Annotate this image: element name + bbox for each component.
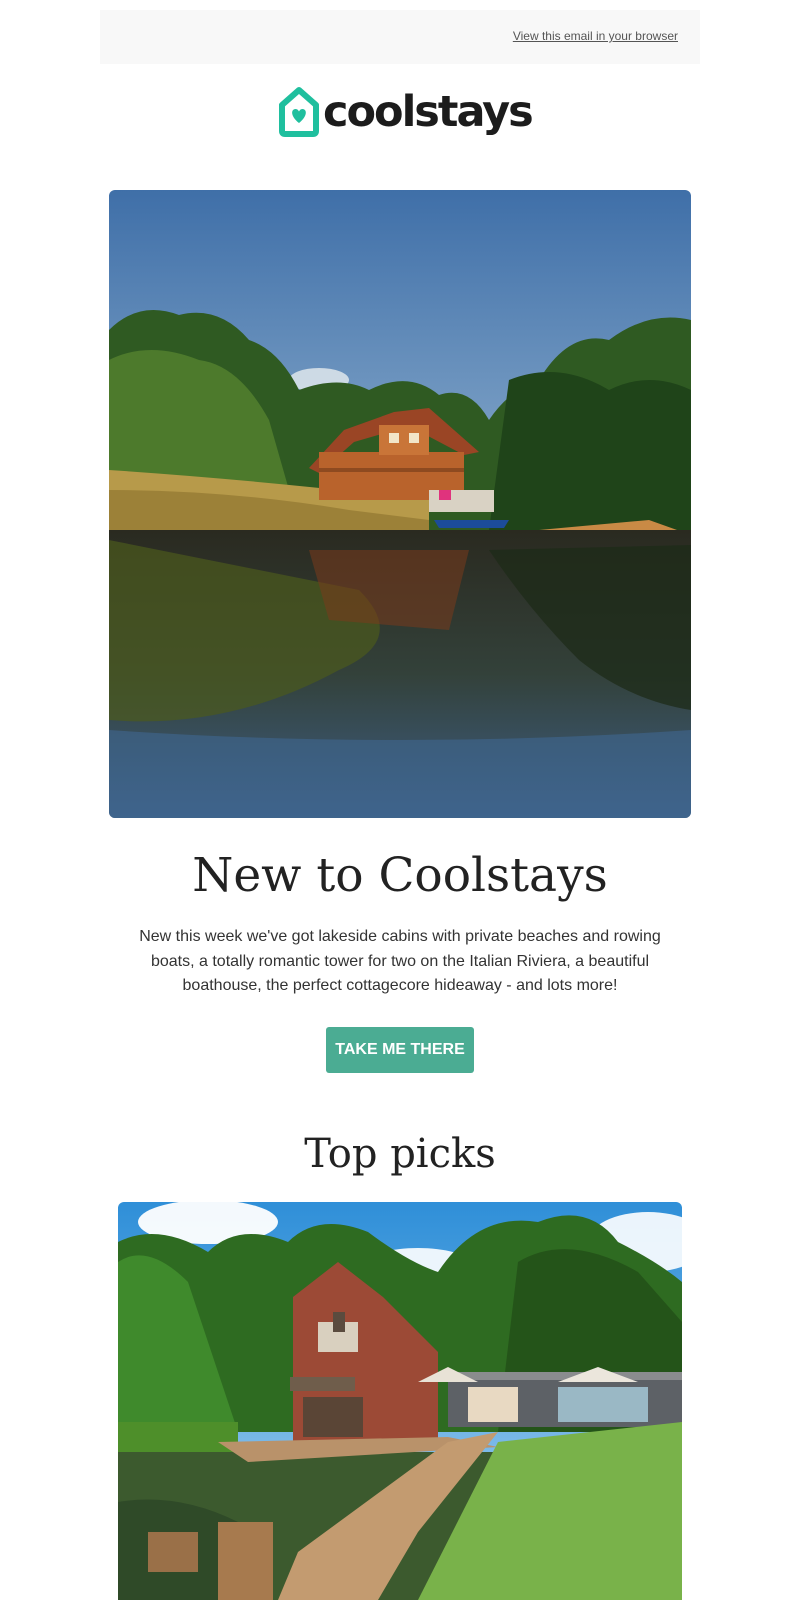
take-me-there-button[interactable]: TAKE ME THERE — [326, 1027, 474, 1073]
preheader-bar: View this email in your browser — [100, 10, 700, 64]
hero-image[interactable] — [109, 190, 691, 818]
hero-body-text: New this week we've got lakeside cabins … — [139, 928, 661, 994]
house-heart-icon — [279, 87, 319, 137]
hero-title: New to Coolstays — [192, 848, 608, 903]
coolstays-logo[interactable]: coolstays — [278, 86, 534, 138]
top-picks-title: Top picks — [304, 1131, 496, 1177]
top-pick-image[interactable] — [118, 1202, 682, 1600]
view-in-browser-link[interactable]: View this email in your browser — [513, 29, 678, 43]
logo-wordmark: coolstays — [323, 86, 534, 137]
